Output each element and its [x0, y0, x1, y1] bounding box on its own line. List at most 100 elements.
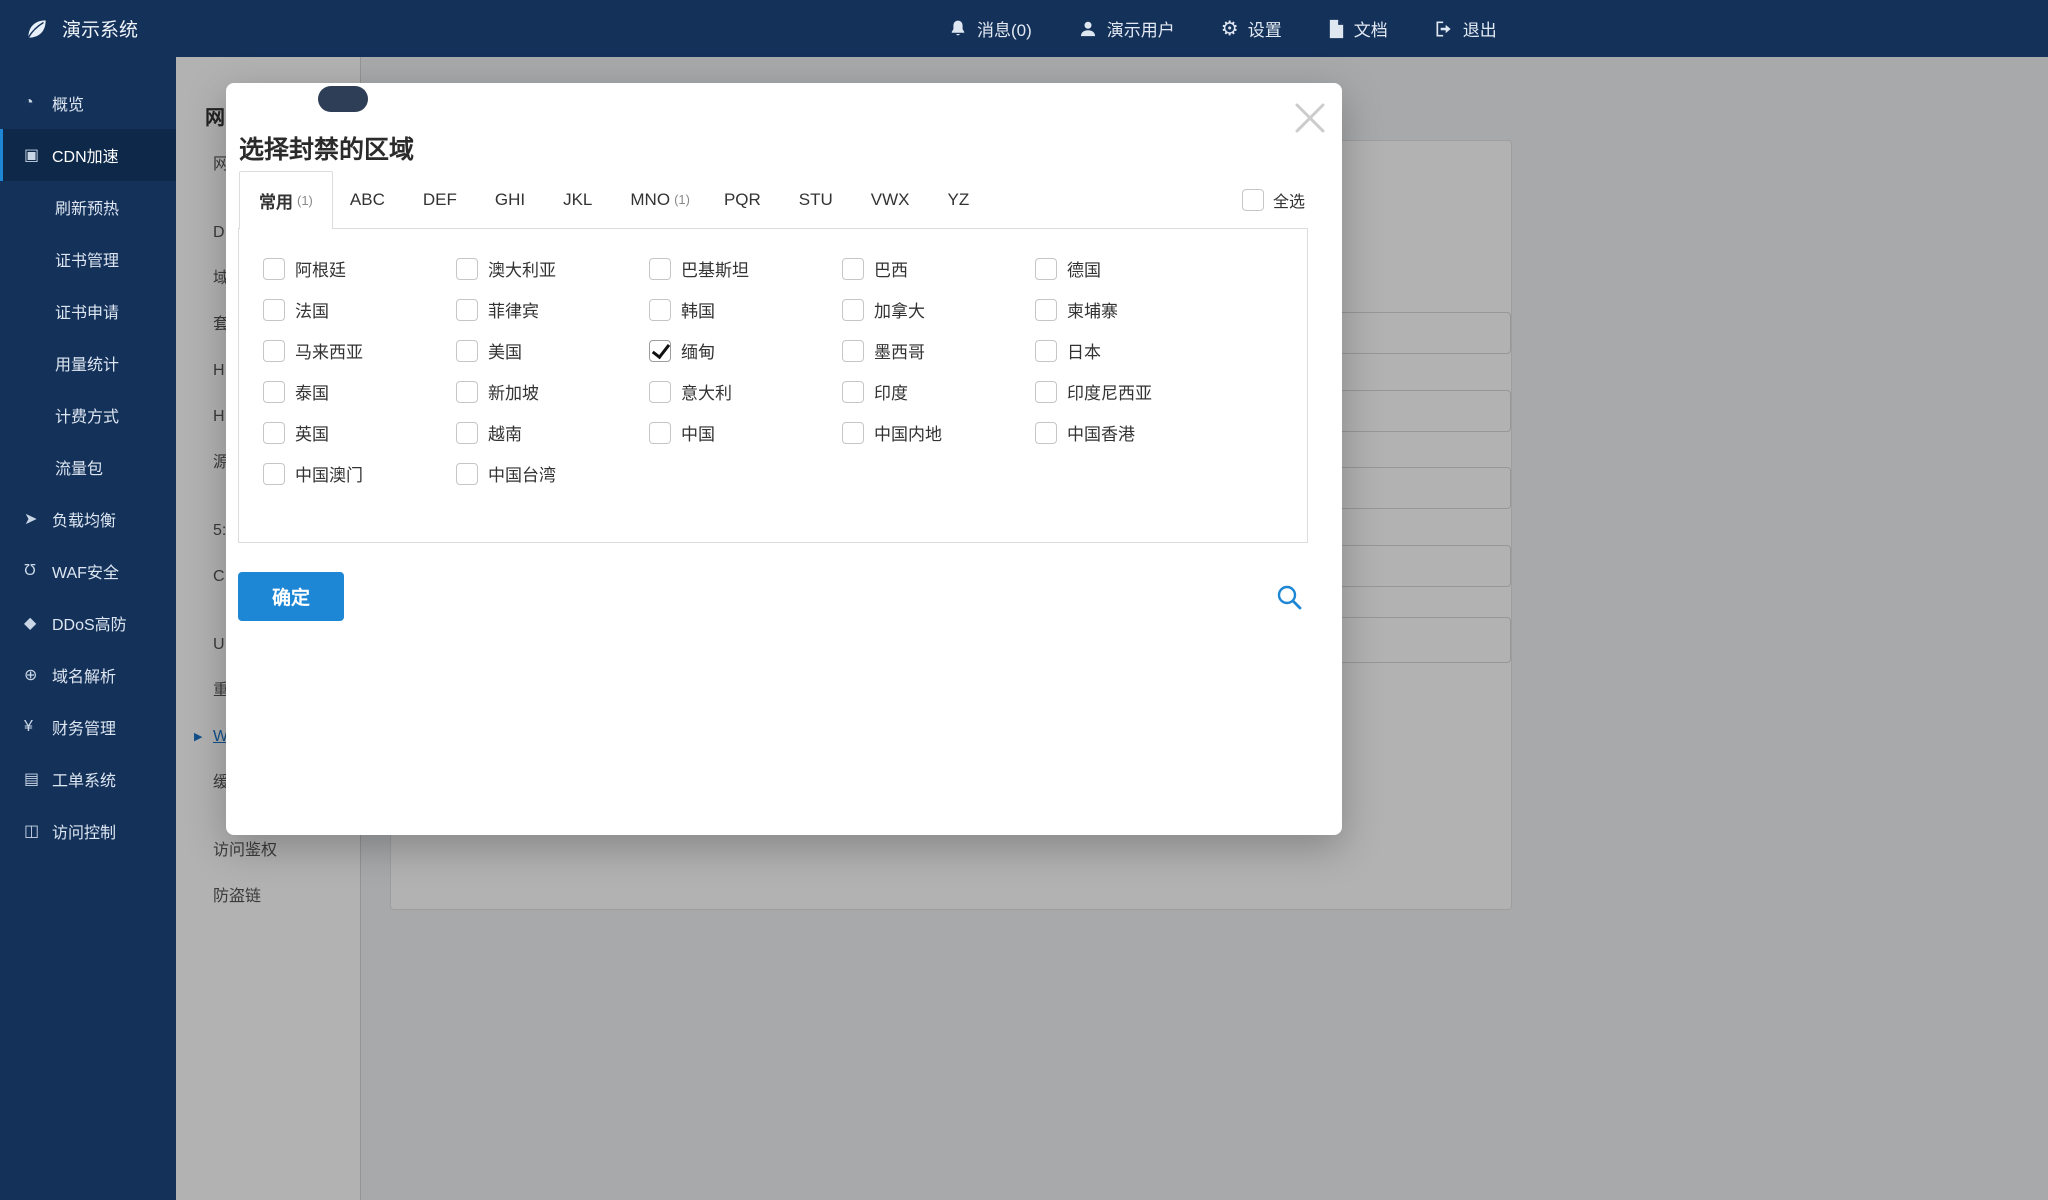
- topbar-docs[interactable]: 文档: [1328, 16, 1388, 41]
- region-checkbox[interactable]: [842, 422, 864, 444]
- region-item[interactable]: 菲律宾: [456, 297, 649, 322]
- region-checkbox[interactable]: [263, 258, 285, 280]
- region-item[interactable]: 韩国: [649, 297, 842, 322]
- region-checkbox[interactable]: [649, 340, 671, 362]
- tab-pqr[interactable]: PQR: [707, 171, 782, 228]
- sidebar-item-overview[interactable]: ◔ 概览: [0, 77, 176, 129]
- region-item[interactable]: 墨西哥: [842, 338, 1035, 363]
- region-item[interactable]: 英国: [263, 420, 456, 445]
- region-checkbox[interactable]: [456, 340, 478, 362]
- region-item[interactable]: 加拿大: [842, 297, 1035, 322]
- region-checkbox[interactable]: [456, 381, 478, 403]
- sidebar-item-waf[interactable]: Ʊ WAF安全: [0, 545, 176, 597]
- region-checkbox[interactable]: [456, 463, 478, 485]
- sidebar-item-billing[interactable]: 计费方式: [0, 389, 176, 441]
- topbar-messages[interactable]: 消息(0): [948, 16, 1032, 41]
- tab-def[interactable]: DEF: [406, 171, 478, 228]
- region-checkbox[interactable]: [263, 340, 285, 362]
- region-checkbox[interactable]: [456, 299, 478, 321]
- region-checkbox[interactable]: [842, 381, 864, 403]
- region-item[interactable]: 美国: [456, 338, 649, 363]
- region-checkbox[interactable]: [649, 299, 671, 321]
- sidebar-item-ddos[interactable]: ◆ DDoS高防: [0, 597, 176, 649]
- document-icon: [1328, 19, 1345, 39]
- select-all-toggle[interactable]: 全选: [1242, 188, 1305, 212]
- tab-ghi[interactable]: GHI: [478, 171, 546, 228]
- region-label: 英国: [295, 420, 329, 445]
- region-label: 印度: [874, 379, 908, 404]
- region-checkbox[interactable]: [263, 422, 285, 444]
- search-icon[interactable]: [1274, 582, 1304, 612]
- region-item[interactable]: 中国香港: [1035, 420, 1228, 445]
- region-checkbox[interactable]: [649, 381, 671, 403]
- sidebar-item-cert-apply[interactable]: 证书申请: [0, 285, 176, 337]
- sidebar-item-cdn[interactable]: ▣ CDN加速: [0, 129, 176, 181]
- tab-count-badge: (1): [297, 193, 313, 208]
- tab-abc[interactable]: ABC: [333, 171, 406, 228]
- dialog-title: 选择封禁的区域: [239, 130, 414, 166]
- tab-common[interactable]: 常用 (1): [239, 171, 333, 229]
- sidebar-item-traffic-package[interactable]: 流量包: [0, 441, 176, 493]
- region-checkbox[interactable]: [263, 463, 285, 485]
- region-checkbox[interactable]: [263, 299, 285, 321]
- sidebar-item-load-balance[interactable]: ➤ 负载均衡: [0, 493, 176, 545]
- region-item[interactable]: 中国台湾: [456, 461, 649, 486]
- region-item[interactable]: 日本: [1035, 338, 1228, 363]
- region-checkbox[interactable]: [456, 422, 478, 444]
- sidebar-item-ticket[interactable]: ▤ 工单系统: [0, 753, 176, 805]
- sidebar-item-label: 用量统计: [55, 351, 119, 375]
- sidebar-item-access-control[interactable]: ◫ 访问控制: [0, 805, 176, 857]
- obscured-dark-element: [318, 86, 368, 112]
- select-all-label: 全选: [1273, 188, 1305, 212]
- sidebar-item-cert-management[interactable]: 证书管理: [0, 233, 176, 285]
- close-icon[interactable]: [1288, 96, 1332, 140]
- region-checkbox[interactable]: [1035, 381, 1057, 403]
- tab-yz[interactable]: YZ: [931, 171, 991, 228]
- region-item[interactable]: 缅甸: [649, 338, 842, 363]
- select-all-checkbox[interactable]: [1242, 189, 1264, 211]
- tab-label: GHI: [495, 190, 525, 210]
- tab-jkl[interactable]: JKL: [546, 171, 613, 228]
- sidebar-item-usage-stats[interactable]: 用量统计: [0, 337, 176, 389]
- region-item[interactable]: 柬埔寨: [1035, 297, 1228, 322]
- sidebar-item-dns[interactable]: ⊕ 域名解析: [0, 649, 176, 701]
- region-label: 中国澳门: [295, 461, 363, 486]
- region-checkbox[interactable]: [1035, 340, 1057, 362]
- region-item[interactable]: 新加坡: [456, 379, 649, 404]
- confirm-button[interactable]: 确定: [238, 572, 344, 621]
- tab-vwx[interactable]: VWX: [854, 171, 931, 228]
- region-checkbox[interactable]: [649, 258, 671, 280]
- region-checkbox[interactable]: [649, 422, 671, 444]
- region-checkbox[interactable]: [456, 258, 478, 280]
- tab-mno[interactable]: MNO (1): [613, 171, 707, 228]
- region-checkbox[interactable]: [842, 340, 864, 362]
- region-item[interactable]: 泰国: [263, 379, 456, 404]
- region-item[interactable]: 澳大利亚: [456, 256, 649, 281]
- region-item[interactable]: 中国: [649, 420, 842, 445]
- region-item[interactable]: 中国澳门: [263, 461, 456, 486]
- region-item[interactable]: 巴西: [842, 256, 1035, 281]
- region-grid: 阿根廷 澳大利亚 巴基斯坦 巴西 德国 法国: [239, 229, 1307, 494]
- region-item[interactable]: 意大利: [649, 379, 842, 404]
- topbar-user[interactable]: 演示用户: [1078, 16, 1175, 41]
- tab-stu[interactable]: STU: [782, 171, 854, 228]
- region-item[interactable]: 马来西亚: [263, 338, 456, 363]
- region-item[interactable]: 德国: [1035, 256, 1228, 281]
- sidebar-item-refresh-preheat[interactable]: 刷新预热: [0, 181, 176, 233]
- region-item[interactable]: 巴基斯坦: [649, 256, 842, 281]
- region-item[interactable]: 阿根廷: [263, 256, 456, 281]
- region-item[interactable]: 越南: [456, 420, 649, 445]
- region-item[interactable]: 印度: [842, 379, 1035, 404]
- region-item[interactable]: 中国内地: [842, 420, 1035, 445]
- topbar-settings[interactable]: ⚙ 设置: [1221, 16, 1282, 41]
- sidebar-item-finance[interactable]: ¥ 财务管理: [0, 701, 176, 753]
- region-checkbox[interactable]: [1035, 258, 1057, 280]
- region-checkbox[interactable]: [1035, 299, 1057, 321]
- region-checkbox[interactable]: [842, 258, 864, 280]
- region-checkbox[interactable]: [1035, 422, 1057, 444]
- region-item[interactable]: 印度尼西亚: [1035, 379, 1228, 404]
- region-item[interactable]: 法国: [263, 297, 456, 322]
- topbar-logout[interactable]: 退出: [1434, 16, 1497, 41]
- region-checkbox[interactable]: [263, 381, 285, 403]
- region-checkbox[interactable]: [842, 299, 864, 321]
